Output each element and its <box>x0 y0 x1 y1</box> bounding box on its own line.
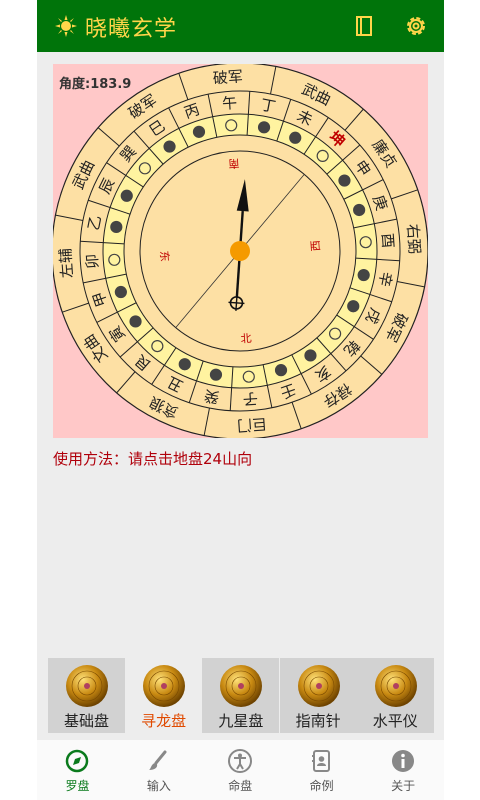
mountain-dot <box>178 358 191 371</box>
mountain-label[interactable]: 卯 <box>83 253 102 269</box>
luopan-compass: 破军武曲廉贞右弼破军禄存巨门贪狼文曲左辅武曲破军丙午丁未坤申庚酉辛戌乾亥壬子癸丑… <box>53 64 428 438</box>
mode-button-1[interactable]: 寻龙盘 <box>125 658 203 733</box>
golden-disc-icon <box>374 665 417 707</box>
app-screen: 晓曦玄学 破军 武曲 廉贞 右弼 破军 禄存 巨门 贪狼 文曲 左辅 武曲 破军丙午丁未坤申庚酉辛戌乾… <box>37 0 444 800</box>
tab-label: 命盘 <box>228 779 253 793</box>
mountain-dot <box>114 285 127 299</box>
mountain-dot <box>129 315 142 328</box>
mode-label: 寻龙盘 <box>141 712 187 730</box>
sun-logo-icon <box>55 15 77 37</box>
mountain-label[interactable]: 午 <box>222 94 238 113</box>
outer-ring-label: 左辅 <box>56 248 76 279</box>
person-icon <box>227 749 252 773</box>
mountain-dot <box>209 368 223 381</box>
brush-icon <box>149 750 167 770</box>
mode-label: 水平仪 <box>372 712 418 730</box>
golden-disc-icon <box>143 665 186 707</box>
info-icon <box>391 750 414 772</box>
bottom-tab-bar: 罗盘 输入 命盘 命例 关于 <box>37 740 444 800</box>
app-title: 晓曦玄学 <box>85 17 178 42</box>
tab-contacts-book[interactable]: 命例 <box>281 740 362 800</box>
settings-gear-icon[interactable] <box>403 13 429 39</box>
mountain-label[interactable]: 子 <box>242 389 258 408</box>
mountain-dot <box>304 349 317 362</box>
mountain-dot <box>110 220 123 234</box>
mode-button-3[interactable]: 指南针 <box>279 658 357 733</box>
golden-disc-icon <box>220 665 263 707</box>
mountain-dot <box>289 131 302 144</box>
needle-pivot <box>230 241 250 261</box>
tab-label: 输入 <box>146 779 171 793</box>
mountain-dot <box>347 300 360 313</box>
golden-disc-icon <box>66 665 108 707</box>
mountain-dot <box>192 125 206 138</box>
angle-readout: 角度:183.9 <box>59 77 132 92</box>
mountain-label[interactable]: 酉 <box>378 233 397 249</box>
tab-brush[interactable]: 输入 <box>118 740 199 800</box>
tab-label: 命例 <box>309 779 334 793</box>
mountain-dot <box>163 140 176 153</box>
tab-compass[interactable]: 罗盘 <box>37 740 118 800</box>
direction-label-west: 西 <box>309 240 323 252</box>
mountain-dot <box>120 189 133 202</box>
contacts-book-icon <box>312 750 331 772</box>
app-bar: 晓曦玄学 <box>37 0 444 52</box>
mode-label: 基础盘 <box>63 712 109 730</box>
golden-disc-icon <box>297 665 340 707</box>
mountain-dot <box>257 121 271 134</box>
outer-ring-label: 巨门 <box>237 415 268 435</box>
tab-info[interactable]: 关于 <box>363 740 444 800</box>
outer-ring-label: 右弼 <box>404 223 424 254</box>
direction-label-east: 东 <box>157 250 171 262</box>
mountain-dot <box>274 364 288 377</box>
direction-label-south: 南 <box>228 156 240 170</box>
tab-person[interactable]: 命盘 <box>200 740 281 800</box>
outer-ring-label: 破军 <box>212 67 243 87</box>
tab-label: 罗盘 <box>65 779 90 793</box>
mode-button-0[interactable]: 基础盘 <box>48 658 125 733</box>
mode-label: 指南针 <box>295 712 341 730</box>
compass-area: 破军 武曲 廉贞 右弼 破军 禄存 巨门 贪狼 文曲 左辅 武曲 破军丙午丁未坤申庚酉辛戌乾亥壬子癸丑… <box>53 64 428 438</box>
mode-button-2[interactable]: 九星盘 <box>202 658 280 733</box>
mountain-dot <box>353 203 366 217</box>
usage-instructions: 使用方法：请点击地盘24山向 <box>53 450 253 468</box>
tab-label: 关于 <box>391 779 416 793</box>
direction-label-north: 北 <box>240 332 252 346</box>
mode-selector: 基础盘 寻龙盘 九星盘 指南针 水平仪 <box>48 658 434 733</box>
mountain-dot <box>338 174 351 187</box>
mountain-dot <box>357 268 370 282</box>
book-icon[interactable] <box>351 13 377 39</box>
mode-label: 九星盘 <box>218 712 264 730</box>
mode-button-4[interactable]: 水平仪 <box>356 658 434 733</box>
compass-icon <box>65 749 89 773</box>
